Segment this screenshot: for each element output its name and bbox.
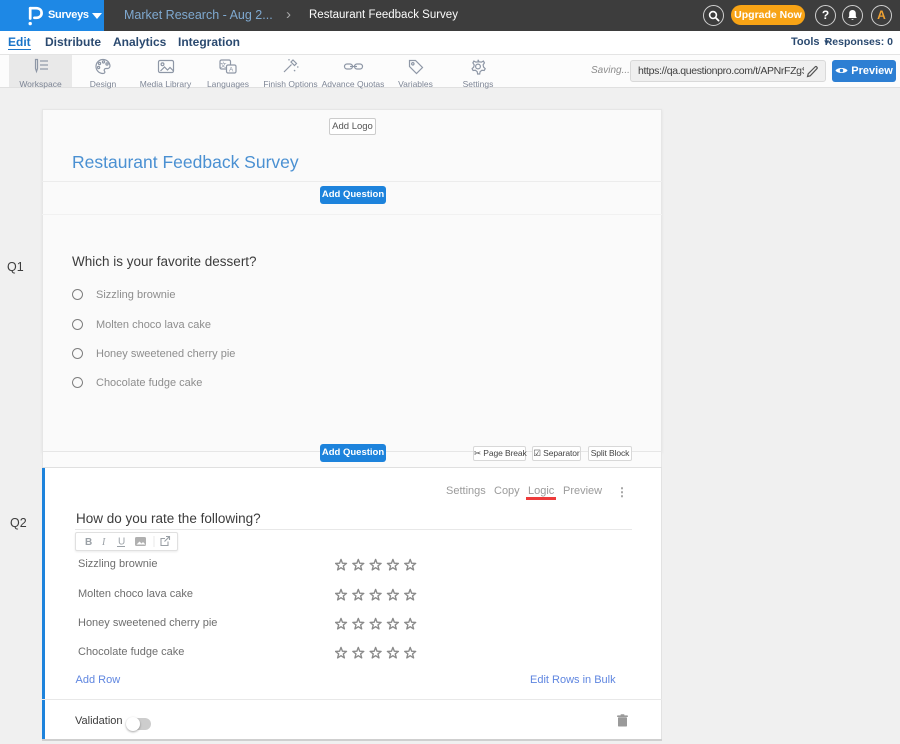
svg-text:I: I xyxy=(101,537,106,548)
svg-text:U: U xyxy=(118,537,125,548)
svg-text:文: 文 xyxy=(220,60,227,69)
svg-text:B: B xyxy=(85,537,92,548)
svg-text:A: A xyxy=(229,67,234,74)
